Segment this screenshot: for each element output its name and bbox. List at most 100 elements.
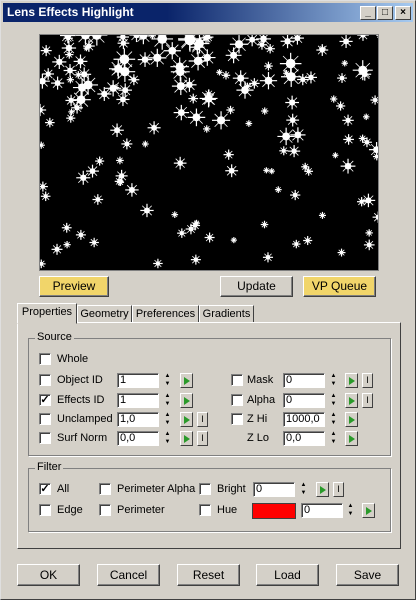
z-lo-spinner[interactable]: ▲ ▼: [329, 431, 338, 446]
effects-id-spinner[interactable]: ▲ ▼: [163, 393, 172, 408]
sparkle: [117, 37, 130, 50]
bright-map-button[interactable]: [316, 482, 329, 497]
unclamped-spinner[interactable]: ▲ ▼: [163, 412, 172, 427]
sparkle: [65, 50, 74, 59]
vp-queue-button[interactable]: VP Queue: [303, 276, 376, 297]
sparkle: [211, 111, 231, 130]
update-button[interactable]: Update: [220, 276, 293, 297]
sparkle: [376, 35, 378, 38]
load-button[interactable]: Load: [256, 564, 319, 586]
z-hi-map-button[interactable]: [345, 412, 358, 427]
sparkle: [115, 169, 128, 182]
surf-norm-label: Surf Norm: [57, 432, 108, 444]
sparkle: [118, 83, 132, 97]
alpha-spinner[interactable]: ▲ ▼: [329, 393, 338, 408]
hue-field[interactable]: 0: [301, 503, 343, 518]
tab-geometry[interactable]: Geometry: [77, 305, 132, 323]
effects-id-field[interactable]: 1: [117, 393, 159, 408]
sparkle: [97, 86, 112, 101]
sparkle: [337, 73, 347, 83]
object-id-spinner[interactable]: ▲ ▼: [163, 373, 172, 388]
sparkle: [42, 68, 54, 80]
minimize-button[interactable]: _: [360, 6, 376, 20]
bright-checkbox[interactable]: [199, 483, 211, 495]
object-id-field[interactable]: 1: [117, 373, 159, 388]
sparkle: [65, 94, 77, 107]
surf-norm-map-button[interactable]: [180, 431, 193, 446]
object-id-checkbox[interactable]: [39, 374, 51, 386]
bright-instance-button[interactable]: I: [333, 482, 344, 497]
z-hi-spinner[interactable]: ▲ ▼: [329, 412, 338, 427]
alpha-field[interactable]: 0: [283, 393, 325, 408]
ok-button[interactable]: OK: [17, 564, 80, 586]
surf-norm-spinner[interactable]: ▲ ▼: [163, 431, 172, 446]
all-label: All: [57, 483, 70, 495]
tab-properties[interactable]: Properties: [17, 303, 77, 324]
hue-color-swatch[interactable]: [252, 503, 296, 519]
sparkle: [163, 42, 181, 60]
sparkle: [203, 125, 211, 133]
effects-id-map-button[interactable]: [180, 393, 193, 408]
sparkle: [125, 183, 139, 197]
unclamped-field[interactable]: 1,0: [117, 412, 159, 427]
sparkle: [148, 48, 167, 67]
sparkle: [285, 95, 299, 110]
sparkle: [264, 61, 273, 71]
sparkle: [318, 211, 326, 219]
mask-map-button[interactable]: [345, 373, 358, 388]
unclamped-map-button[interactable]: [180, 412, 193, 427]
tab-preferences[interactable]: Preferences: [132, 305, 199, 323]
mask-spinner[interactable]: ▲ ▼: [329, 373, 338, 388]
all-checkbox[interactable]: ✓: [39, 483, 51, 495]
alpha-instance-button[interactable]: I: [362, 393, 373, 408]
sparkle: [137, 52, 153, 67]
sparkle: [280, 35, 295, 49]
z-lo-field[interactable]: 0,0: [283, 431, 325, 446]
z-hi-checkbox[interactable]: [231, 413, 243, 425]
perimeter-checkbox[interactable]: [99, 504, 111, 516]
unclamped-checkbox[interactable]: [39, 413, 51, 425]
unclamped-instance-button[interactable]: I: [197, 412, 208, 427]
tab-gradients[interactable]: Gradients: [199, 305, 254, 323]
sparkle: [112, 84, 120, 91]
close-button[interactable]: ×: [395, 6, 411, 20]
hue-map-button[interactable]: [362, 503, 375, 518]
hue-checkbox[interactable]: [199, 504, 211, 516]
surf-norm-instance-button[interactable]: I: [197, 431, 208, 446]
sparkle: [352, 60, 373, 81]
mask-field[interactable]: 0: [283, 373, 325, 388]
z-lo-map-button[interactable]: [345, 431, 358, 446]
sparkle: [147, 121, 161, 135]
surf-norm-checkbox[interactable]: [39, 432, 51, 444]
alpha-map-button[interactable]: [345, 393, 358, 408]
maximize-button[interactable]: □: [377, 6, 393, 20]
sparkle: [171, 77, 190, 96]
z-hi-field[interactable]: 1000,0: [283, 412, 325, 427]
reset-button[interactable]: Reset: [177, 564, 240, 586]
whole-label: Whole: [57, 353, 89, 365]
preview-button[interactable]: Preview: [39, 276, 109, 297]
save-button[interactable]: Save: [336, 564, 399, 586]
sparkle: [372, 152, 378, 161]
cancel-button[interactable]: Cancel: [97, 564, 160, 586]
lens-effects-dialog: Lens Effects Highlight _ □ × Preview Upd…: [0, 0, 416, 600]
unclamped-label: Unclamped: [57, 413, 113, 425]
mask-checkbox[interactable]: [231, 374, 243, 386]
sparkle-preview: [40, 35, 378, 269]
alpha-checkbox[interactable]: [231, 394, 243, 406]
hue-spinner[interactable]: ▲ ▼: [346, 503, 355, 518]
sparkle: [257, 39, 267, 50]
sparkle: [66, 113, 76, 123]
perimeter-alpha-checkbox[interactable]: [99, 483, 111, 495]
object-id-map-button[interactable]: [180, 373, 193, 388]
sparkle: [153, 258, 163, 269]
edge-checkbox[interactable]: [39, 504, 51, 516]
bright-label: Bright: [217, 483, 246, 495]
bright-spinner[interactable]: ▲ ▼: [299, 482, 308, 497]
sparkle: [268, 168, 275, 175]
effects-id-checkbox[interactable]: ✓: [39, 394, 51, 406]
mask-instance-button[interactable]: I: [362, 373, 373, 388]
bright-field[interactable]: 0: [253, 482, 295, 497]
surf-norm-field[interactable]: 0,0: [117, 431, 159, 446]
whole-checkbox[interactable]: [39, 353, 51, 365]
